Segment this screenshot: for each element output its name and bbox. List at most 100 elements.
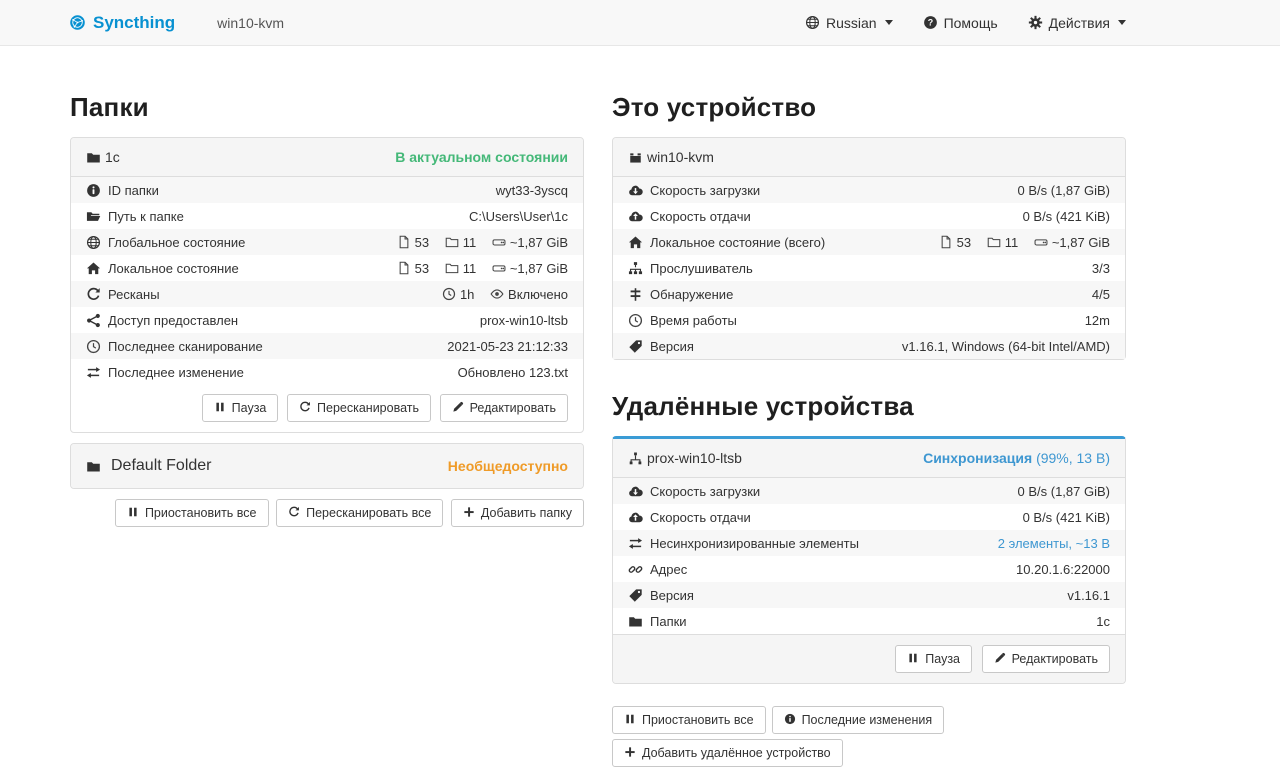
home-icon xyxy=(86,261,101,276)
row-label: Ресканы xyxy=(108,287,160,302)
language-label: Russian xyxy=(826,15,877,31)
devices-footer-buttons: Приостановить все Последние изменения До… xyxy=(612,706,1126,767)
actions-label: Действия xyxy=(1049,15,1110,31)
help-label: Помощь xyxy=(944,15,998,31)
folder-status: Необщедоступно xyxy=(448,458,568,474)
row-value: 53 11 ~1,87 GiB xyxy=(330,255,583,281)
pause-all-folders-button[interactable]: Приостановить все xyxy=(115,499,269,527)
brand-name: Syncthing xyxy=(93,13,175,33)
row-label: Время работы xyxy=(650,313,737,328)
pause-all-devices-button[interactable]: Приостановить все xyxy=(612,706,766,734)
folder-actions: Пауза Пересканировать Редактировать xyxy=(71,385,583,432)
row-folders: Папки 1c xyxy=(613,608,1125,634)
add-remote-device-button[interactable]: Добавить удалённое устройство xyxy=(612,739,843,767)
remote-device-header[interactable]: prox-win10-ltsb Синхронизация (99%, 13 B… xyxy=(613,439,1125,478)
folder-icon xyxy=(628,614,643,629)
row-shared-with: Доступ предоставлен prox-win10-ltsb xyxy=(71,307,583,333)
row-label: Скорость загрузки xyxy=(650,183,760,198)
row-value: v1.16.1 xyxy=(944,582,1125,608)
share-icon xyxy=(86,313,101,328)
row-value: C:\Users\User\1c xyxy=(330,203,583,229)
device-icon xyxy=(628,150,643,165)
row-value: 0 B/s (421 KiB) xyxy=(863,203,1125,229)
row-local-state-total: Локальное состояние (всего) 53 11 ~1,87 … xyxy=(613,229,1125,255)
folder-panel-1c-header[interactable]: 1c В актуальном состоянии xyxy=(71,138,583,177)
row-label: Локальное состояние xyxy=(108,261,239,276)
pause-button[interactable]: Пауза xyxy=(202,394,279,422)
discovery-icon xyxy=(628,287,643,302)
row-version: Версия v1.16.1, Windows (64-bit Intel/AM… xyxy=(613,333,1125,359)
out-of-sync-link[interactable]: 2 элементы, ~13 B xyxy=(998,536,1110,551)
row-listeners: Прослушиватель 3/3 xyxy=(613,255,1125,281)
row-folder-id: ID папки wyt33-3yscq xyxy=(71,177,583,203)
syncthing-brand: Syncthing xyxy=(70,13,175,33)
row-local-state: Локальное состояние 53 11 ~1,87 GiB xyxy=(71,255,583,281)
row-upload-rate: Скорость отдачи 0 B/s (421 KiB) xyxy=(613,203,1125,229)
folder-name: Default Folder xyxy=(111,457,212,475)
navbar: Syncthing win10-kvm Russian ? Помощь Дей… xyxy=(0,0,1280,46)
hdd-icon xyxy=(1034,235,1048,249)
exchange-icon xyxy=(628,536,643,551)
hdd-icon xyxy=(492,235,506,249)
folder-name: 1c xyxy=(105,149,120,165)
this-device-table: Скорость загрузки 0 B/s (1,87 GiB) Скоро… xyxy=(613,177,1125,359)
row-value: 53 11 ~1,87 GiB xyxy=(863,229,1125,255)
folders-heading: Папки xyxy=(70,92,584,123)
row-global-state: Глобальное состояние 53 11 ~1,87 GiB xyxy=(71,229,583,255)
pause-device-button[interactable]: Пауза xyxy=(895,645,972,673)
rescan-button[interactable]: Пересканировать xyxy=(287,394,431,422)
recent-changes-button[interactable]: Последние изменения xyxy=(772,706,945,734)
row-download-rate: Скорость загрузки 0 B/s (1,87 GiB) xyxy=(613,177,1125,203)
row-label: Прослушиватель xyxy=(650,261,753,276)
remote-device-name: prox-win10-ltsb xyxy=(647,450,742,466)
pencil-icon xyxy=(994,652,1006,664)
plus-icon xyxy=(463,506,475,518)
tag-icon xyxy=(628,588,643,603)
row-label: Последнее изменение xyxy=(108,365,244,380)
folder-icon xyxy=(445,235,459,249)
pause-icon xyxy=(624,713,636,725)
row-value: 53 11 ~1,87 GiB xyxy=(330,229,583,255)
cloud-upload-icon xyxy=(628,510,643,525)
folder-panel-default-header[interactable]: Default Folder Необщедоступно xyxy=(71,444,583,488)
folder-open-icon xyxy=(86,209,101,224)
row-value: wyt33-3yscq xyxy=(330,177,583,203)
pause-icon xyxy=(907,652,919,664)
edit-device-button[interactable]: Редактировать xyxy=(982,645,1110,673)
row-version: Версия v1.16.1 xyxy=(613,582,1125,608)
folders-footer-buttons: Приостановить все Пересканировать все До… xyxy=(70,499,584,527)
home-icon xyxy=(628,235,643,250)
row-value: 0 B/s (1,87 GiB) xyxy=(944,478,1125,504)
pencil-icon xyxy=(452,401,464,413)
svg-text:?: ? xyxy=(927,18,932,28)
plus-icon xyxy=(624,746,636,758)
row-label: Доступ предоставлен xyxy=(108,313,238,328)
row-label: Скорость загрузки xyxy=(650,484,760,499)
row-value: 0 B/s (1,87 GiB) xyxy=(863,177,1125,203)
row-label: Скорость отдачи xyxy=(650,209,751,224)
row-label: Путь к папке xyxy=(108,209,184,224)
row-label: Адрес xyxy=(650,562,687,577)
actions-menu[interactable]: Действия xyxy=(1028,15,1126,31)
remote-device-status: Синхронизация (99%, 13 B) xyxy=(923,450,1110,466)
add-folder-button[interactable]: Добавить папку xyxy=(451,499,584,527)
help-menu[interactable]: ? Помощь xyxy=(923,15,998,31)
row-value: 0 B/s (421 KiB) xyxy=(944,504,1125,530)
row-value: 12m xyxy=(863,307,1125,333)
exchange-icon xyxy=(86,365,101,380)
edit-button[interactable]: Редактировать xyxy=(440,394,568,422)
folder-icon xyxy=(445,261,459,275)
row-label: Папки xyxy=(650,614,687,629)
info-circle-icon xyxy=(784,713,796,725)
cloud-download-icon xyxy=(628,484,643,499)
rescan-all-button[interactable]: Пересканировать все xyxy=(276,499,443,527)
chevron-down-icon xyxy=(1118,20,1126,25)
row-value: 2021-05-23 21:12:33 xyxy=(330,333,583,359)
remote-device-actions: Пауза Редактировать xyxy=(613,634,1125,683)
this-device-header[interactable]: win10-kvm xyxy=(613,138,1125,177)
clock-icon xyxy=(442,287,456,301)
remote-device-panel: prox-win10-ltsb Синхронизация (99%, 13 B… xyxy=(612,436,1126,684)
row-label: Скорость отдачи xyxy=(650,510,751,525)
language-menu[interactable]: Russian xyxy=(805,15,893,31)
row-value: prox-win10-ltsb xyxy=(330,307,583,333)
